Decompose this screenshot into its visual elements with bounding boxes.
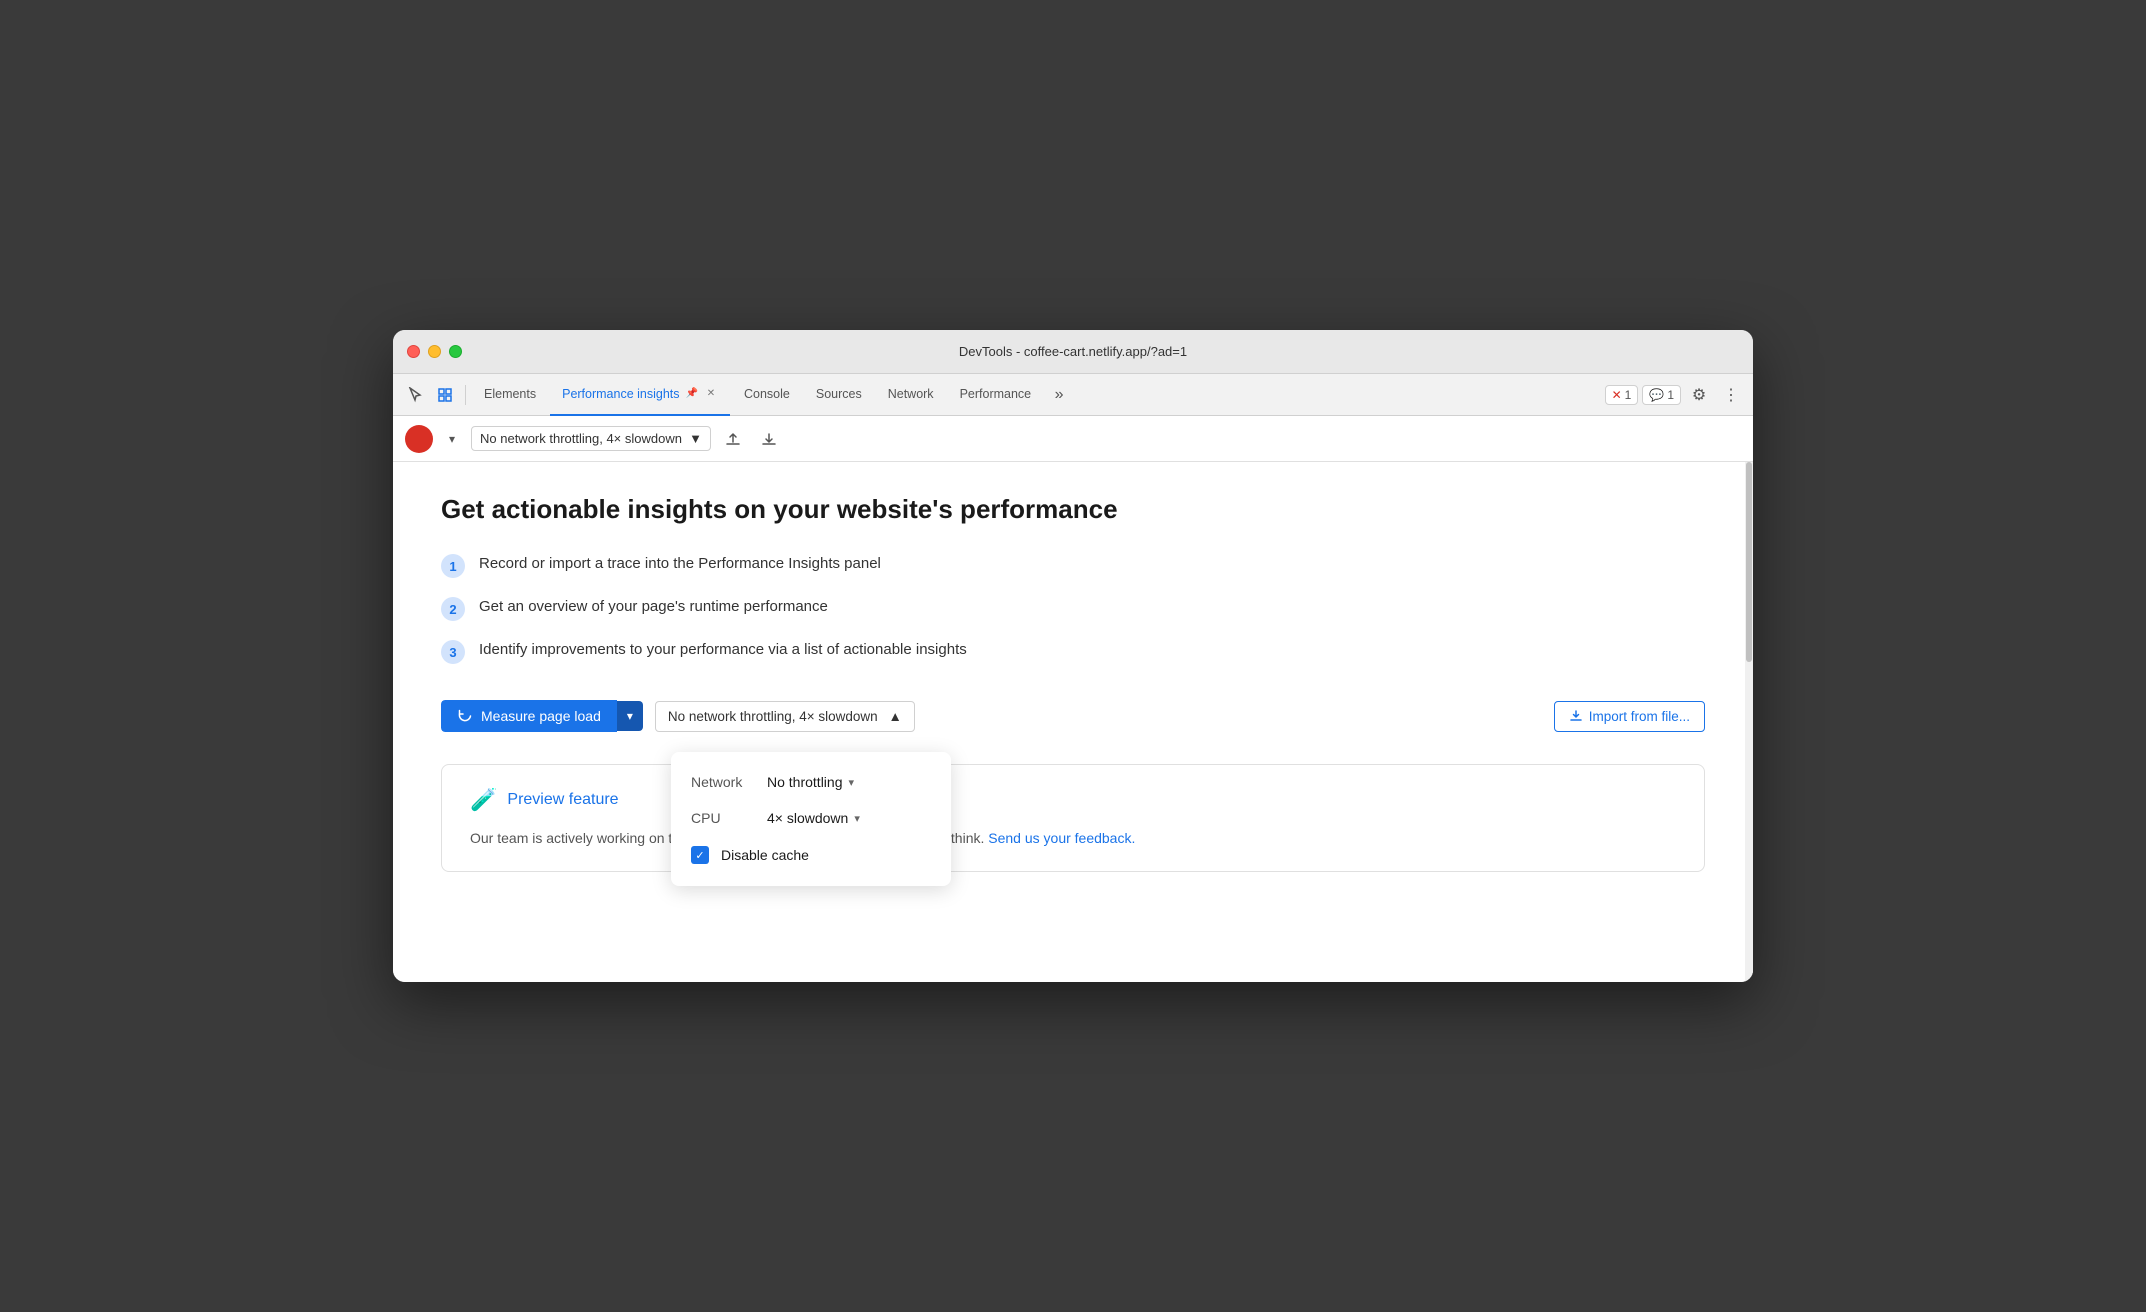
upload-button[interactable] — [719, 425, 747, 453]
throttle-dropdown-popup: Network No throttling ▾ CPU 4× slowdown … — [671, 752, 951, 886]
measure-btn-group: Measure page load ▾ — [441, 700, 643, 732]
step-2-text: Get an overview of your page's runtime p… — [479, 596, 828, 619]
disable-cache-row: ✓ Disable cache — [671, 836, 951, 874]
step-1-number: 1 — [441, 554, 465, 578]
measure-btn-label: Measure page load — [481, 708, 601, 724]
upload-icon — [724, 430, 742, 448]
inspect-icon-btn[interactable] — [431, 381, 459, 409]
step-2-number: 2 — [441, 597, 465, 621]
window-title: DevTools - coffee-cart.netlify.app/?ad=1 — [959, 344, 1187, 359]
measure-dropdown-arrow[interactable]: ▾ — [617, 701, 643, 731]
errors-badge-button[interactable]: ✕ 1 — [1605, 385, 1639, 405]
tab-performance[interactable]: Performance — [948, 374, 1044, 416]
cpu-row: CPU 4× slowdown ▾ — [671, 800, 951, 836]
steps-list: 1 Record or import a trace into the Perf… — [441, 553, 1705, 664]
pin-icon: 📌 — [686, 388, 698, 399]
record-dropdown-button[interactable]: ▾ — [441, 428, 463, 450]
step-3: 3 Identify improvements to your performa… — [441, 639, 1705, 664]
import-btn-label: Import from file... — [1589, 709, 1690, 724]
feedback-link[interactable]: Send us your feedback. — [988, 830, 1135, 846]
tab-performance-label: Performance — [960, 387, 1032, 401]
measure-page-load-button[interactable]: Measure page load — [441, 700, 617, 732]
disable-cache-label: Disable cache — [721, 847, 809, 863]
messages-count: 1 — [1667, 388, 1674, 402]
settings-button[interactable]: ⚙ — [1685, 381, 1713, 409]
tab-console[interactable]: Console — [732, 374, 802, 416]
tab-sources[interactable]: Sources — [804, 374, 874, 416]
network-label: Network — [691, 774, 751, 790]
scrollbar-thumb[interactable] — [1746, 462, 1752, 662]
import-from-file-button[interactable]: Import from file... — [1554, 701, 1705, 732]
close-button[interactable] — [407, 345, 420, 358]
tab-network-label: Network — [888, 387, 934, 401]
devtools-window: DevTools - coffee-cart.netlify.app/?ad=1… — [393, 330, 1753, 982]
inspect-icon — [437, 387, 453, 403]
actions-row: Measure page load ▾ No network throttlin… — [441, 700, 1705, 732]
messages-badge-button[interactable]: 💬 1 — [1642, 385, 1681, 405]
throttle-dropdown-label: No network throttling, 4× slowdown — [668, 709, 878, 724]
preview-title: Preview feature — [507, 791, 618, 809]
dots-icon: ⋮ — [1723, 385, 1739, 405]
throttle-dropdown-arrow: ▲ — [889, 709, 902, 724]
network-value-select[interactable]: No throttling ▾ — [767, 774, 854, 790]
cpu-value-select[interactable]: 4× slowdown ▾ — [767, 810, 860, 826]
network-value: No throttling — [767, 774, 842, 790]
error-icon: ✕ — [1612, 388, 1622, 402]
download-button[interactable] — [755, 425, 783, 453]
step-3-number: 3 — [441, 640, 465, 664]
throttle-dropdown-button[interactable]: No network throttling, 4× slowdown ▲ — [655, 701, 915, 732]
network-row: Network No throttling ▾ — [671, 764, 951, 800]
cpu-chevron: ▾ — [854, 812, 860, 825]
main-heading: Get actionable insights on your website'… — [441, 494, 1705, 525]
network-chevron: ▾ — [848, 776, 854, 789]
titlebar: DevTools - coffee-cart.netlify.app/?ad=1 — [393, 330, 1753, 374]
tab-network[interactable]: Network — [876, 374, 946, 416]
step-3-text: Identify improvements to your performanc… — [479, 639, 967, 662]
refresh-icon — [457, 708, 473, 724]
toolbar-right: ✕ 1 💬 1 ⚙ ⋮ — [1605, 381, 1745, 409]
panel-throttle-arrow: ▼ — [689, 431, 702, 446]
cpu-label: CPU — [691, 810, 751, 826]
tab-performance-insights[interactable]: Performance insights 📌 ✕ — [550, 374, 730, 416]
minimize-button[interactable] — [428, 345, 441, 358]
tab-elements-label: Elements — [484, 387, 536, 401]
message-icon: 💬 — [1649, 388, 1664, 402]
preview-text: Our team is actively working on this fea… — [470, 827, 1676, 849]
toolbar-divider — [465, 385, 466, 405]
scrollbar-track[interactable] — [1745, 462, 1753, 982]
cursor-icon-btn[interactable] — [401, 381, 429, 409]
import-icon — [1569, 709, 1583, 723]
disable-cache-checkbox[interactable]: ✓ — [691, 846, 709, 864]
more-options-button[interactable]: ⋮ — [1717, 381, 1745, 409]
panel-throttle-select[interactable]: No network throttling, 4× slowdown ▼ — [471, 426, 711, 451]
step-2: 2 Get an overview of your page's runtime… — [441, 596, 1705, 621]
preview-card: 🧪 Preview feature Our team is actively w… — [441, 764, 1705, 872]
step-1: 1 Record or import a trace into the Perf… — [441, 553, 1705, 578]
panel-throttle-label: No network throttling, 4× slowdown — [480, 431, 682, 446]
more-tabs-label: » — [1055, 386, 1064, 404]
errors-count: 1 — [1625, 388, 1632, 402]
panel-toolbar: ▾ No network throttling, 4× slowdown ▼ — [393, 416, 1753, 462]
record-button[interactable] — [405, 425, 433, 453]
cpu-value: 4× slowdown — [767, 810, 848, 826]
more-tabs-button[interactable]: » — [1045, 381, 1073, 409]
tab-elements[interactable]: Elements — [472, 374, 548, 416]
panel-content: Get actionable insights on your website'… — [393, 462, 1753, 982]
tab-performance-insights-label: Performance insights — [562, 387, 679, 401]
preview-header: 🧪 Preview feature — [470, 787, 1676, 813]
cursor-icon — [407, 387, 423, 403]
step-1-text: Record or import a trace into the Perfor… — [479, 553, 881, 576]
flask-icon: 🧪 — [470, 787, 497, 813]
tab-sources-label: Sources — [816, 387, 862, 401]
tab-close-button[interactable]: ✕ — [704, 387, 718, 401]
download-icon — [760, 430, 778, 448]
devtools-toolbar: Elements Performance insights 📌 ✕ Consol… — [393, 374, 1753, 416]
gear-icon: ⚙ — [1692, 385, 1706, 405]
traffic-lights — [407, 345, 462, 358]
maximize-button[interactable] — [449, 345, 462, 358]
tab-console-label: Console — [744, 387, 790, 401]
